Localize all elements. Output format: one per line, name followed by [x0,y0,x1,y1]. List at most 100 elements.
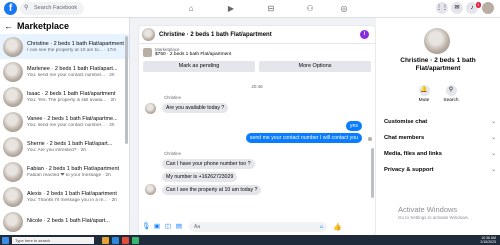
notifications-bell-icon[interactable]: ♪ 1 [466,2,481,14]
media-files-links-section[interactable]: Media, files and links ⌄ [384,151,496,157]
avatar [3,186,23,207]
conversation-preview: You: Yes. The property is still availa..… [27,97,116,103]
message-bubble-outgoing: send me your contact number I will conta… [245,133,362,143]
listing-actions: Mark as pending More Options [139,60,375,73]
conversation-item[interactable]: Isaac · 2 beds 1 bath Flat/apartment You:… [0,84,129,109]
chrome-browser-icon[interactable] [122,236,129,244]
chevron-down-icon: ⌄ [491,151,496,157]
home-icon[interactable]: ⌂ [185,3,197,14]
watermark-subtitle: Go to Settings to activate Windows. [398,215,470,220]
microphone-icon[interactable]: 🎙 [142,222,150,232]
conversation-name: Alexis · 2 beds 1 bath Flat/apartment [27,190,117,197]
gif-icon[interactable]: ▤ [175,222,183,232]
marketplace-header: ← Marketplace [0,18,129,34]
file-explorer-icon[interactable] [102,236,109,244]
chat-details-panel: Christine · 2 beds 1 bath Flat/apartment… [376,18,500,235]
mute-button[interactable]: 🔔 Mute [414,85,434,103]
section-label: Privacy & support [384,167,434,173]
activate-windows-watermark: Activate Windows Go to Settings to activ… [398,206,469,222]
windows-start-icon[interactable] [2,236,9,244]
profile-avatar[interactable] [482,2,494,14]
mute-label: Mute [418,98,430,103]
image-icon[interactable]: ▣ [153,222,161,232]
top-navigation-bar: f ⚲ Search Facebook ⌂ ▶ ⊟ ⚇ ◎ ⋮⋮ ✉ ♪ 1 [0,0,500,18]
customise-chat-section[interactable]: Customise chat ⌄ [384,119,496,125]
search-label: Search [443,98,459,103]
conversation-name: Vanee · 2 beds 1 bath Flat/apartme... [27,115,118,122]
listing-thumbnail [143,47,152,57]
app-icon[interactable] [132,236,139,244]
listing-title: $750 · 2 beds 1 bath Flat/apartment [155,52,232,57]
message-bubble-incoming: Can I see the property at 10 am today ? [162,185,262,195]
message-bubble-incoming: Are you available today ? [162,103,229,113]
conversation-preview: You: Thanks I'll message you in a m... ·… [27,197,117,203]
message-placeholder: Aa [194,223,201,230]
conversation-item[interactable]: Sherrie · 2 beds 1 bath Flat/apart... You… [0,134,129,159]
chat-members-section[interactable]: Chat members ⌄ [384,135,496,141]
conversation-item[interactable]: Fabian · 2 beds 1 bath Flat/apartment Fab… [0,159,129,184]
thumbs-up-icon[interactable]: 👍 [333,223,342,231]
chat-panel: Christine · 2 beds 1 bath Flat/apartment… [139,26,375,235]
chat-header: Christine · 2 beds 1 bath Flat/apartment… [139,26,375,44]
chat-title[interactable]: Christine · 2 beds 1 bath Flat/apartment [159,32,272,38]
bell-icon: 🔔 [418,85,430,96]
search-icon: ⚲ [445,85,457,96]
chevron-down-icon: ⌄ [491,119,496,125]
conversation-name: Christine · 2 beds 1 bath Flat/apartment [27,40,124,47]
emoji-icon[interactable]: ☺ [319,222,324,232]
search-icon: ⚲ [24,5,29,11]
section-label: Chat members [384,135,425,141]
more-options-button[interactable]: More Options [259,61,371,72]
messenger-icon[interactable]: ✉ [451,2,463,14]
conversation-item[interactable]: Christine · 2 beds 1 bath Flat/apartment… [0,34,129,59]
clock-date: 2/15/2023 [480,240,496,244]
avatar[interactable] [142,28,155,41]
message-composer: 🎙 ▣ ◫ ▤ Aa ☺ 👍 [139,218,375,235]
conversation-list-scrollbar[interactable] [125,36,128,144]
gaming-icon[interactable]: ◎ [338,3,350,14]
conversation-item[interactable]: Alexis · 2 beds 1 bath Flat/apartment You… [0,184,129,209]
chevron-down-icon: ⌄ [491,135,496,141]
marketplace-title: Marketplace [17,21,70,31]
conversation-name: Nicole · 2 beds 1 bath Flat/apart... [27,218,110,224]
search-facebook-input[interactable]: ⚲ Search Facebook [20,2,84,15]
sticker-icon[interactable]: ◫ [164,222,172,232]
conversation-preview: You: send me your contact number... · 2h [27,122,115,128]
message-bubble-incoming: Can I have your phone number too ? [162,159,255,169]
notification-badge: 1 [475,2,481,8]
conversation-item[interactable]: Nicole · 2 beds 1 bath Flat/apart... [0,209,129,234]
avatar [3,86,23,107]
back-arrow-icon[interactable]: ← [4,21,13,31]
details-name: Christine · 2 beds 1 bath Flat/apartment [400,57,476,72]
chat-scrollbar[interactable] [371,148,374,198]
search-placeholder: Search Facebook [34,5,78,11]
sender-name: Christine [164,95,181,100]
conversation-name: Isaac · 2 beds 1 bath Flat/apartment [27,90,116,97]
marketplace-icon[interactable]: ⊟ [265,3,277,14]
conversation-preview: Fabian reacted ❤ to your message · 2h [27,172,111,178]
groups-icon[interactable]: ⚇ [304,3,316,14]
edge-browser-icon[interactable] [112,236,119,244]
menu-grid-icon[interactable]: ⋮⋮ [436,2,448,14]
info-icon[interactable]: i [360,30,369,39]
mark-as-pending-button[interactable]: Mark as pending [143,61,255,72]
listing-card[interactable]: Marketplace $750 · 2 beds 1 bath Flat/ap… [139,44,375,60]
conversation-item[interactable]: Vanee · 2 beds 1 bath Flat/apartme... You… [0,109,129,134]
taskbar-search-input[interactable]: Type here to search [12,236,94,244]
sender-avatar [145,184,156,195]
sender-name: Christine [164,151,181,156]
privacy-support-section[interactable]: Privacy & support ⌄ [384,167,496,173]
windows-taskbar: Type here to search 10:36 AM 2/15/2023 [0,235,500,245]
facebook-logo[interactable]: f [4,2,17,15]
avatar[interactable] [424,28,450,54]
seen-indicator [368,137,372,141]
message-timestamp: 20:46 [251,84,263,89]
sender-avatar [145,103,156,114]
system-clock[interactable]: 10:36 AM 2/15/2023 [480,236,496,244]
message-input[interactable]: Aa ☺ [189,221,327,232]
search-conversation-button[interactable]: ⚲ Search [441,85,461,103]
conversation-preview: You: send me your contact number... · 2h [27,72,115,78]
video-icon[interactable]: ▶ [225,3,237,14]
avatar [3,111,23,132]
conversation-item[interactable]: Marlenee · 2 beds 1 bath Flat/apart... Yo… [0,59,129,84]
